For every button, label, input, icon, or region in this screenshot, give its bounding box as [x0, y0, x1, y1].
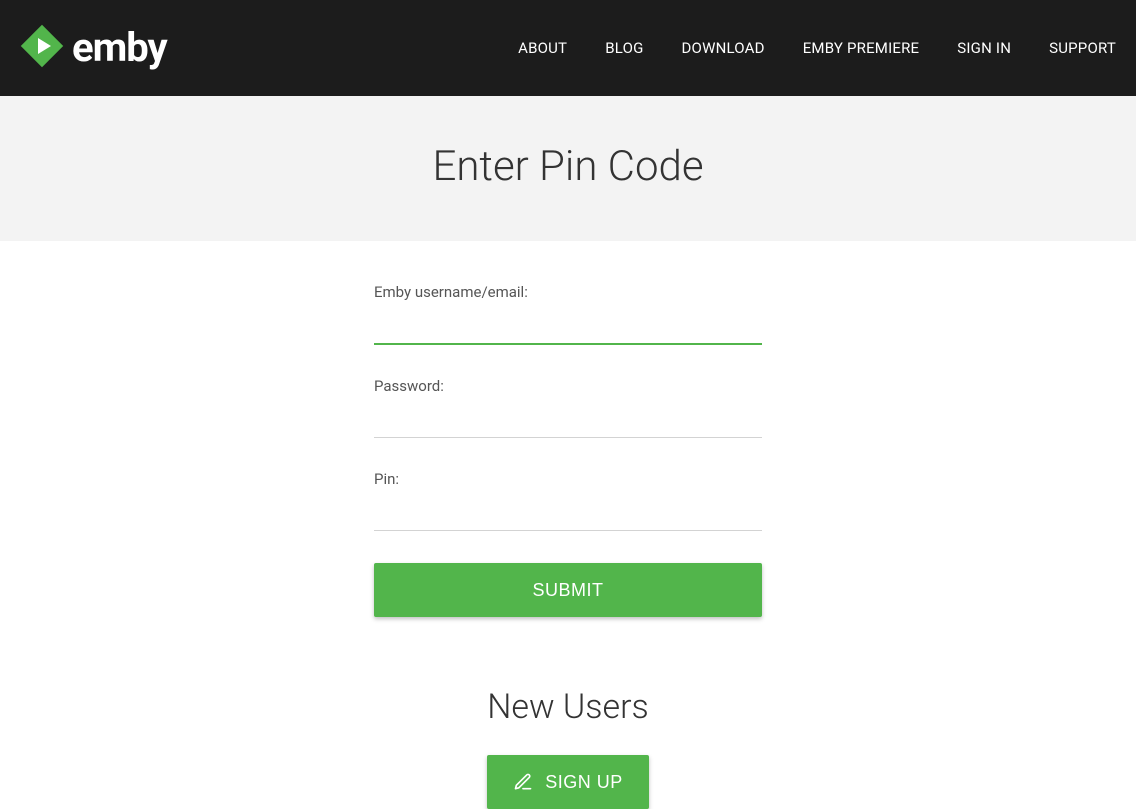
pin-input[interactable] — [374, 494, 762, 531]
password-input[interactable] — [374, 401, 762, 438]
navbar: emby ABOUT BLOG DOWNLOAD EMBY PREMIERE S… — [0, 0, 1136, 96]
page-hero: Enter Pin Code — [0, 96, 1136, 241]
nav-support[interactable]: SUPPORT — [1049, 39, 1116, 57]
nav-blog[interactable]: BLOG — [605, 39, 643, 57]
nav-links: ABOUT BLOG DOWNLOAD EMBY PREMIERE SIGN I… — [518, 39, 1116, 57]
password-label: Password: — [374, 377, 762, 395]
username-input[interactable] — [374, 307, 762, 345]
pin-label: Pin: — [374, 470, 762, 488]
pin-form: Emby username/email: Password: Pin: SUBM… — [374, 283, 762, 617]
nav-about[interactable]: ABOUT — [518, 39, 567, 57]
nav-download[interactable]: DOWNLOAD — [682, 39, 765, 57]
emby-logo-icon — [18, 22, 66, 74]
new-users-section: New Users SIGN UP — [0, 687, 1136, 809]
password-field-wrap: Password: — [374, 377, 762, 438]
brand-name: emby — [72, 28, 167, 68]
brand-logo[interactable]: emby — [18, 22, 167, 74]
nav-sign-in[interactable]: SIGN IN — [957, 39, 1011, 57]
signup-button[interactable]: SIGN UP — [487, 755, 649, 809]
edit-icon — [513, 772, 533, 792]
signup-button-label: SIGN UP — [545, 772, 623, 793]
submit-button[interactable]: SUBMIT — [374, 563, 762, 617]
new-users-title: New Users — [0, 687, 1136, 727]
nav-emby-premiere[interactable]: EMBY PREMIERE — [803, 39, 920, 57]
page-title: Enter Pin Code — [0, 142, 1136, 191]
username-field-wrap: Emby username/email: — [374, 283, 762, 345]
username-label: Emby username/email: — [374, 283, 762, 301]
pin-field-wrap: Pin: — [374, 470, 762, 531]
